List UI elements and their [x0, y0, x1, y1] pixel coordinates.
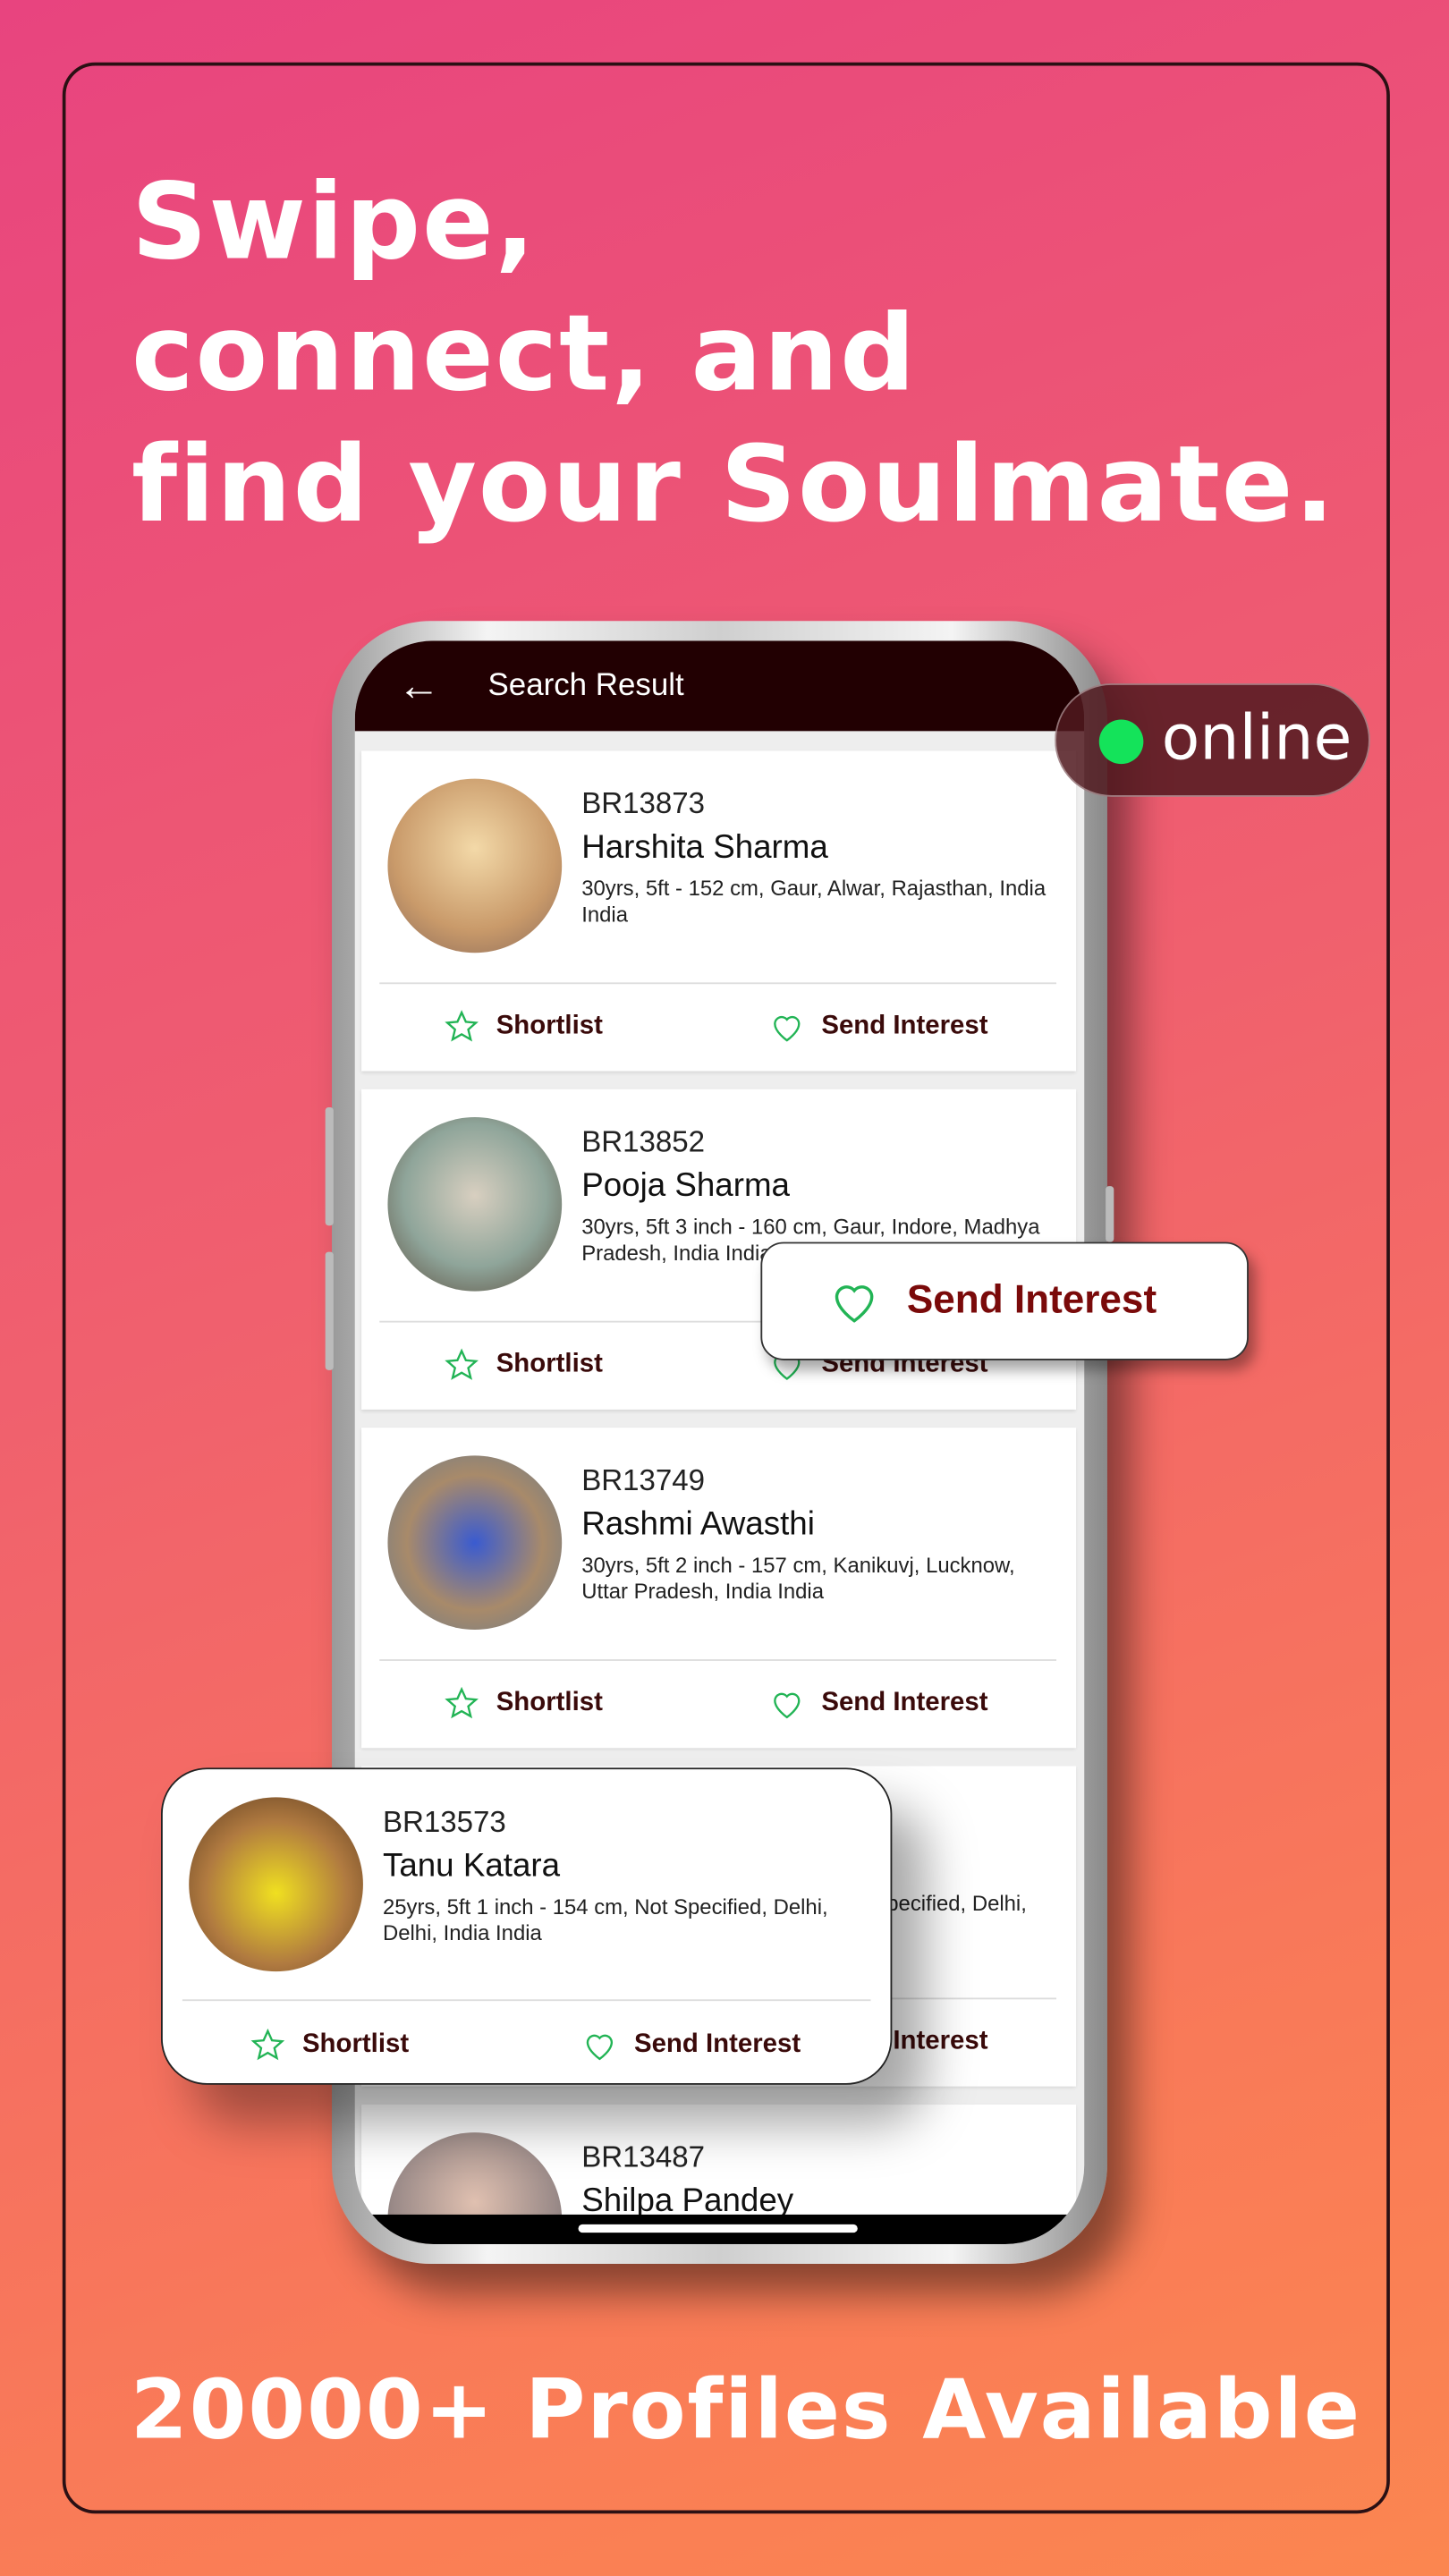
profile-id: BR13487 — [581, 2140, 706, 2174]
profile-name[interactable]: Rashmi Awasthi — [581, 1506, 815, 1544]
send-interest-label: Send Interest — [821, 1689, 988, 1717]
profile-id: BR13749 — [581, 1463, 706, 1497]
send-interest-button[interactable]: Send Interest — [581, 2028, 801, 2063]
star-outline-icon — [250, 2028, 285, 2061]
divider — [379, 1659, 1057, 1661]
profile-avatar[interactable] — [387, 778, 563, 953]
home-indicator[interactable] — [578, 2224, 858, 2233]
headline-line: connect, and — [131, 293, 918, 416]
profile-id: BR13873 — [581, 786, 706, 820]
headline-line: Swipe, — [131, 162, 538, 284]
heart-outline-icon — [586, 2034, 614, 2061]
online-badge: online — [1055, 683, 1370, 797]
footer-tagline: 20000+ Profiles Available — [130, 2362, 1361, 2458]
heart-outline-icon — [774, 1015, 801, 1042]
page-title: Search Result — [487, 668, 684, 704]
shortlist-button[interactable]: Shortlist — [444, 1347, 603, 1383]
send-interest-button[interactable]: Send Interest — [769, 1685, 988, 1721]
shortlist-label: Shortlist — [496, 1012, 603, 1040]
arrow-left-icon[interactable]: ← — [397, 660, 440, 709]
profile-details: 30yrs, 5ft - 152 cm, Gaur, Alwar, Rajast… — [581, 875, 1046, 927]
power-button — [1106, 1186, 1114, 1242]
shortlist-button[interactable]: Shortlist — [444, 1685, 603, 1721]
send-interest-label: Send Interest — [821, 1012, 988, 1040]
app-bar: ← Search Result — [354, 640, 1085, 732]
promo-canvas: Swipe, connect, and find your Soulmate. … — [0, 0, 1449, 2576]
star-outline-icon — [445, 1010, 479, 1042]
profile-id: BR13852 — [581, 1125, 706, 1158]
profile-name[interactable]: Harshita Sharma — [581, 830, 828, 868]
profile-id: BR13573 — [382, 1805, 506, 1839]
volume-button — [325, 1106, 334, 1226]
divider — [182, 1999, 871, 2002]
heart-outline-icon — [774, 1692, 801, 1719]
heart-outline-icon — [835, 1285, 874, 1323]
nav-bar — [354, 2214, 1085, 2244]
shortlist-button[interactable]: Shortlist — [250, 2028, 409, 2063]
shortlist-label: Shortlist — [496, 1350, 603, 1379]
profile-name[interactable]: Pooja Sharma — [581, 1168, 790, 1206]
profile-avatar[interactable] — [387, 1116, 563, 1292]
send-interest-button[interactable]: Send Interest — [769, 1009, 988, 1045]
volume-button — [325, 1251, 334, 1370]
online-dot-icon — [1098, 719, 1144, 765]
headline-line: find your Soulmate. — [131, 425, 1336, 547]
online-label: online — [1161, 701, 1352, 775]
shortlist-label: Shortlist — [496, 1689, 603, 1717]
star-outline-icon — [445, 1686, 479, 1719]
star-outline-icon — [445, 1348, 479, 1380]
send-interest-callout[interactable]: Send Interest — [760, 1241, 1249, 1360]
profile-avatar[interactable] — [387, 1455, 563, 1631]
featured-profile-card[interactable]: BR13573 Tanu Katara 25yrs, 5ft 1 inch - … — [160, 1767, 893, 2085]
send-interest-label: Send Interest — [906, 1277, 1157, 1323]
shortlist-button[interactable]: Shortlist — [444, 1009, 603, 1045]
profile-details: 30yrs, 5ft 2 inch - 157 cm, Kanikuvj, Lu… — [581, 1552, 1015, 1604]
headline: Swipe, connect, and find your Soulmate. — [131, 157, 1336, 552]
profile-card[interactable]: BR13873 Harshita Sharma 30yrs, 5ft - 152… — [361, 750, 1077, 1072]
profile-avatar[interactable] — [189, 1797, 363, 1972]
shortlist-label: Shortlist — [301, 2030, 410, 2059]
send-interest-label: Send Interest — [633, 2030, 801, 2059]
profile-name[interactable]: Tanu Katara — [383, 1848, 560, 1885]
profile-card[interactable]: BR13749 Rashmi Awasthi 30yrs, 5ft 2 inch… — [361, 1428, 1077, 1749]
divider — [379, 982, 1057, 985]
profile-details: 25yrs, 5ft 1 inch - 154 cm, Not Specifie… — [382, 1894, 828, 1945]
